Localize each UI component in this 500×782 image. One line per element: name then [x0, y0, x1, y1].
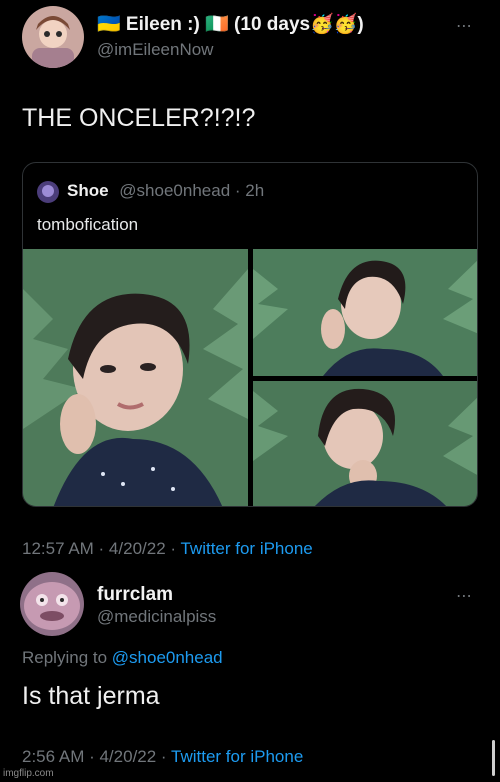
avatar-shoe — [37, 181, 59, 203]
replying-to-link[interactable]: @shoe0nhead — [112, 648, 223, 667]
avatar-eileen[interactable] — [22, 6, 84, 68]
reply-more-options-icon[interactable]: ⋯ — [456, 586, 473, 606]
reply-timestamp-text: 2:56 AM · 4/20/22 · — [22, 747, 171, 766]
reply-text: Is that jerma — [22, 682, 160, 710]
scrollbar[interactable] — [492, 740, 495, 776]
watermark: imgflip.com — [3, 768, 54, 779]
more-options-icon[interactable]: ⋯ — [456, 16, 473, 36]
reply-handle[interactable]: @medicinalpiss — [97, 607, 216, 627]
quoted-handle-time: @shoe0nhead · 2h — [119, 181, 265, 200]
photo-3[interactable] — [253, 381, 477, 506]
replying-to-prefix: Replying to — [22, 648, 112, 667]
quoted-text: tombofication — [37, 215, 139, 234]
reply-display-name[interactable]: furrclam — [97, 584, 173, 606]
display-name[interactable]: 🇺🇦 Eileen :) 🇮🇪 (10 days🥳🥳) — [97, 12, 364, 36]
photo-2[interactable] — [253, 249, 477, 376]
tweet-text: THE ONCELER?!?!? — [22, 104, 256, 132]
quoted-tweet-card[interactable]: Shoe @shoe0nhead · 2h tombofication — [22, 162, 478, 507]
tweet-timestamp: 12:57 AM · 4/20/22 · Twitter for iPhone — [22, 539, 313, 559]
timestamp-text: 12:57 AM · 4/20/22 · — [22, 539, 181, 558]
photo-1[interactable] — [23, 249, 248, 506]
reply-timestamp: 2:56 AM · 4/20/22 · Twitter for iPhone — [22, 747, 303, 767]
replying-to: Replying to @shoe0nhead — [22, 648, 223, 668]
avatar-furrclam[interactable] — [20, 572, 84, 636]
quoted-name: Shoe — [67, 181, 109, 200]
source-link[interactable]: Twitter for iPhone — [180, 539, 312, 558]
reply-source-link[interactable]: Twitter for iPhone — [171, 747, 303, 766]
handle[interactable]: @imEileenNow — [97, 40, 213, 60]
display-name-text: 🇺🇦 Eileen :) 🇮🇪 (10 days🥳🥳) — [97, 14, 364, 35]
